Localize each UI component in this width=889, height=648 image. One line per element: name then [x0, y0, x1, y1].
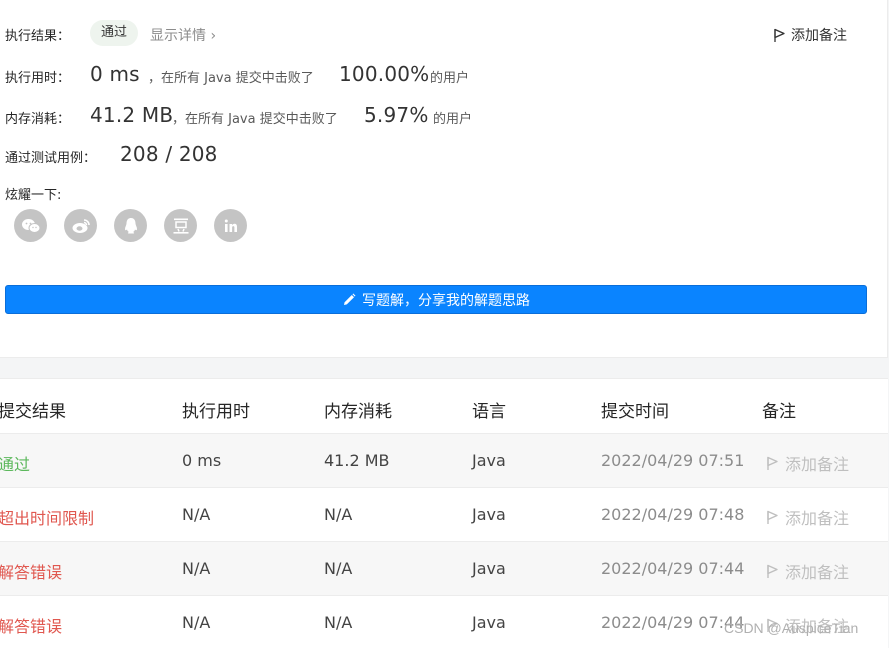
submission-time: 2022/04/29 07:48 [601, 505, 745, 524]
submission-time: 2022/04/29 07:51 [601, 451, 745, 470]
write-solution-button[interactable]: 写题解，分享我的解题思路 [5, 285, 867, 314]
header-memory: 内存消耗 [324, 402, 392, 422]
result-label: 执行结果： [5, 29, 71, 44]
flag-icon [767, 564, 778, 578]
submission-memory: 41.2 MB [324, 451, 390, 470]
add-note-button[interactable]: 添加备注 [766, 451, 849, 475]
add-note-label: 添加备注 [785, 509, 850, 528]
submission-memory: N/A [324, 505, 353, 524]
qq-icon[interactable] [114, 209, 147, 242]
watermark: CSDN @AuspiceTian [724, 620, 859, 636]
result-summary-card: 执行结果： 通过 显示详情 › 添加备注 执行用时： 0 ms ，在所有 Jav… [0, 0, 888, 358]
testcases-label: 通过测试用例： [5, 151, 97, 166]
table-row[interactable]: 解答错误 N/A N/A Java 2022/04/29 07:44 添加备注 [0, 541, 888, 595]
header-runtime: 执行用时 [182, 402, 250, 422]
submission-status[interactable]: 通过 [0, 451, 30, 475]
header-submit-time: 提交时间 [601, 402, 669, 422]
result-status-badge: 通过 [90, 20, 139, 46]
add-note-button[interactable]: 添加备注 [766, 505, 849, 529]
header-language: 语言 [472, 402, 506, 422]
flag-icon [767, 456, 778, 470]
submission-runtime: 0 ms [182, 451, 222, 470]
submission-language: Java [472, 613, 506, 632]
memory-value: 41.2 MB [90, 103, 174, 127]
runtime-label: 执行用时： [5, 71, 71, 86]
header-result: 提交结果 [0, 402, 66, 422]
add-note-label: 添加备注 [785, 455, 850, 474]
memory-percent: 5.97% [364, 103, 429, 127]
submission-memory: N/A [324, 613, 353, 632]
wechat-icon[interactable] [14, 209, 47, 242]
show-details-link[interactable]: 显示详情 › [150, 25, 216, 45]
memory-beat-text: ，在所有 Java 提交中击败了 [172, 112, 338, 127]
linkedin-icon[interactable] [214, 209, 247, 242]
table-row[interactable]: 通过 0 ms 41.2 MB Java 2022/04/29 07:51 添加… [0, 433, 888, 487]
add-note-label: 添加备注 [785, 563, 850, 582]
pencil-icon [344, 293, 356, 305]
memory-suffix: 的用户 [433, 112, 473, 127]
submission-language: Java [472, 559, 506, 578]
weibo-icon[interactable] [64, 209, 97, 242]
submission-runtime: N/A [182, 505, 211, 524]
submission-time: 2022/04/29 07:44 [601, 559, 745, 578]
submission-status[interactable]: 超出时间限制 [0, 505, 94, 529]
submission-status[interactable]: 解答错误 [0, 559, 62, 583]
write-solution-label: 写题解，分享我的解题思路 [362, 292, 530, 309]
submission-memory: N/A [324, 559, 353, 578]
runtime-percent: 100.00% [339, 62, 430, 86]
submission-language: Java [472, 505, 506, 524]
flag-icon [767, 510, 778, 524]
submission-status[interactable]: 解答错误 [0, 613, 62, 637]
header-note: 备注 [762, 402, 796, 422]
runtime-value: 0 ms [90, 62, 140, 86]
table-row[interactable]: 超出时间限制 N/A N/A Java 2022/04/29 07:48 添加备… [0, 487, 888, 541]
douban-icon[interactable] [164, 209, 197, 242]
share-label: 炫耀一下: [5, 188, 62, 203]
submission-language: Java [472, 451, 506, 470]
submission-runtime: N/A [182, 559, 211, 578]
add-note-label: 添加备注 [791, 28, 847, 44]
flag-icon [774, 28, 785, 42]
submission-runtime: N/A [182, 613, 211, 632]
add-note-button[interactable]: 添加备注 [766, 559, 849, 583]
testcases-value: 208 / 208 [120, 142, 218, 166]
memory-label: 内存消耗： [5, 112, 71, 127]
add-note-button[interactable]: 添加备注 [773, 25, 847, 45]
runtime-beat-text: ，在所有 Java 提交中击败了 [148, 71, 314, 86]
runtime-suffix: 的用户 [430, 71, 470, 86]
submission-time: 2022/04/29 07:44 [601, 613, 745, 632]
submission-table: 提交结果 执行用时 内存消耗 语言 提交时间 备注 通过 0 ms 41.2 M… [0, 378, 888, 648]
